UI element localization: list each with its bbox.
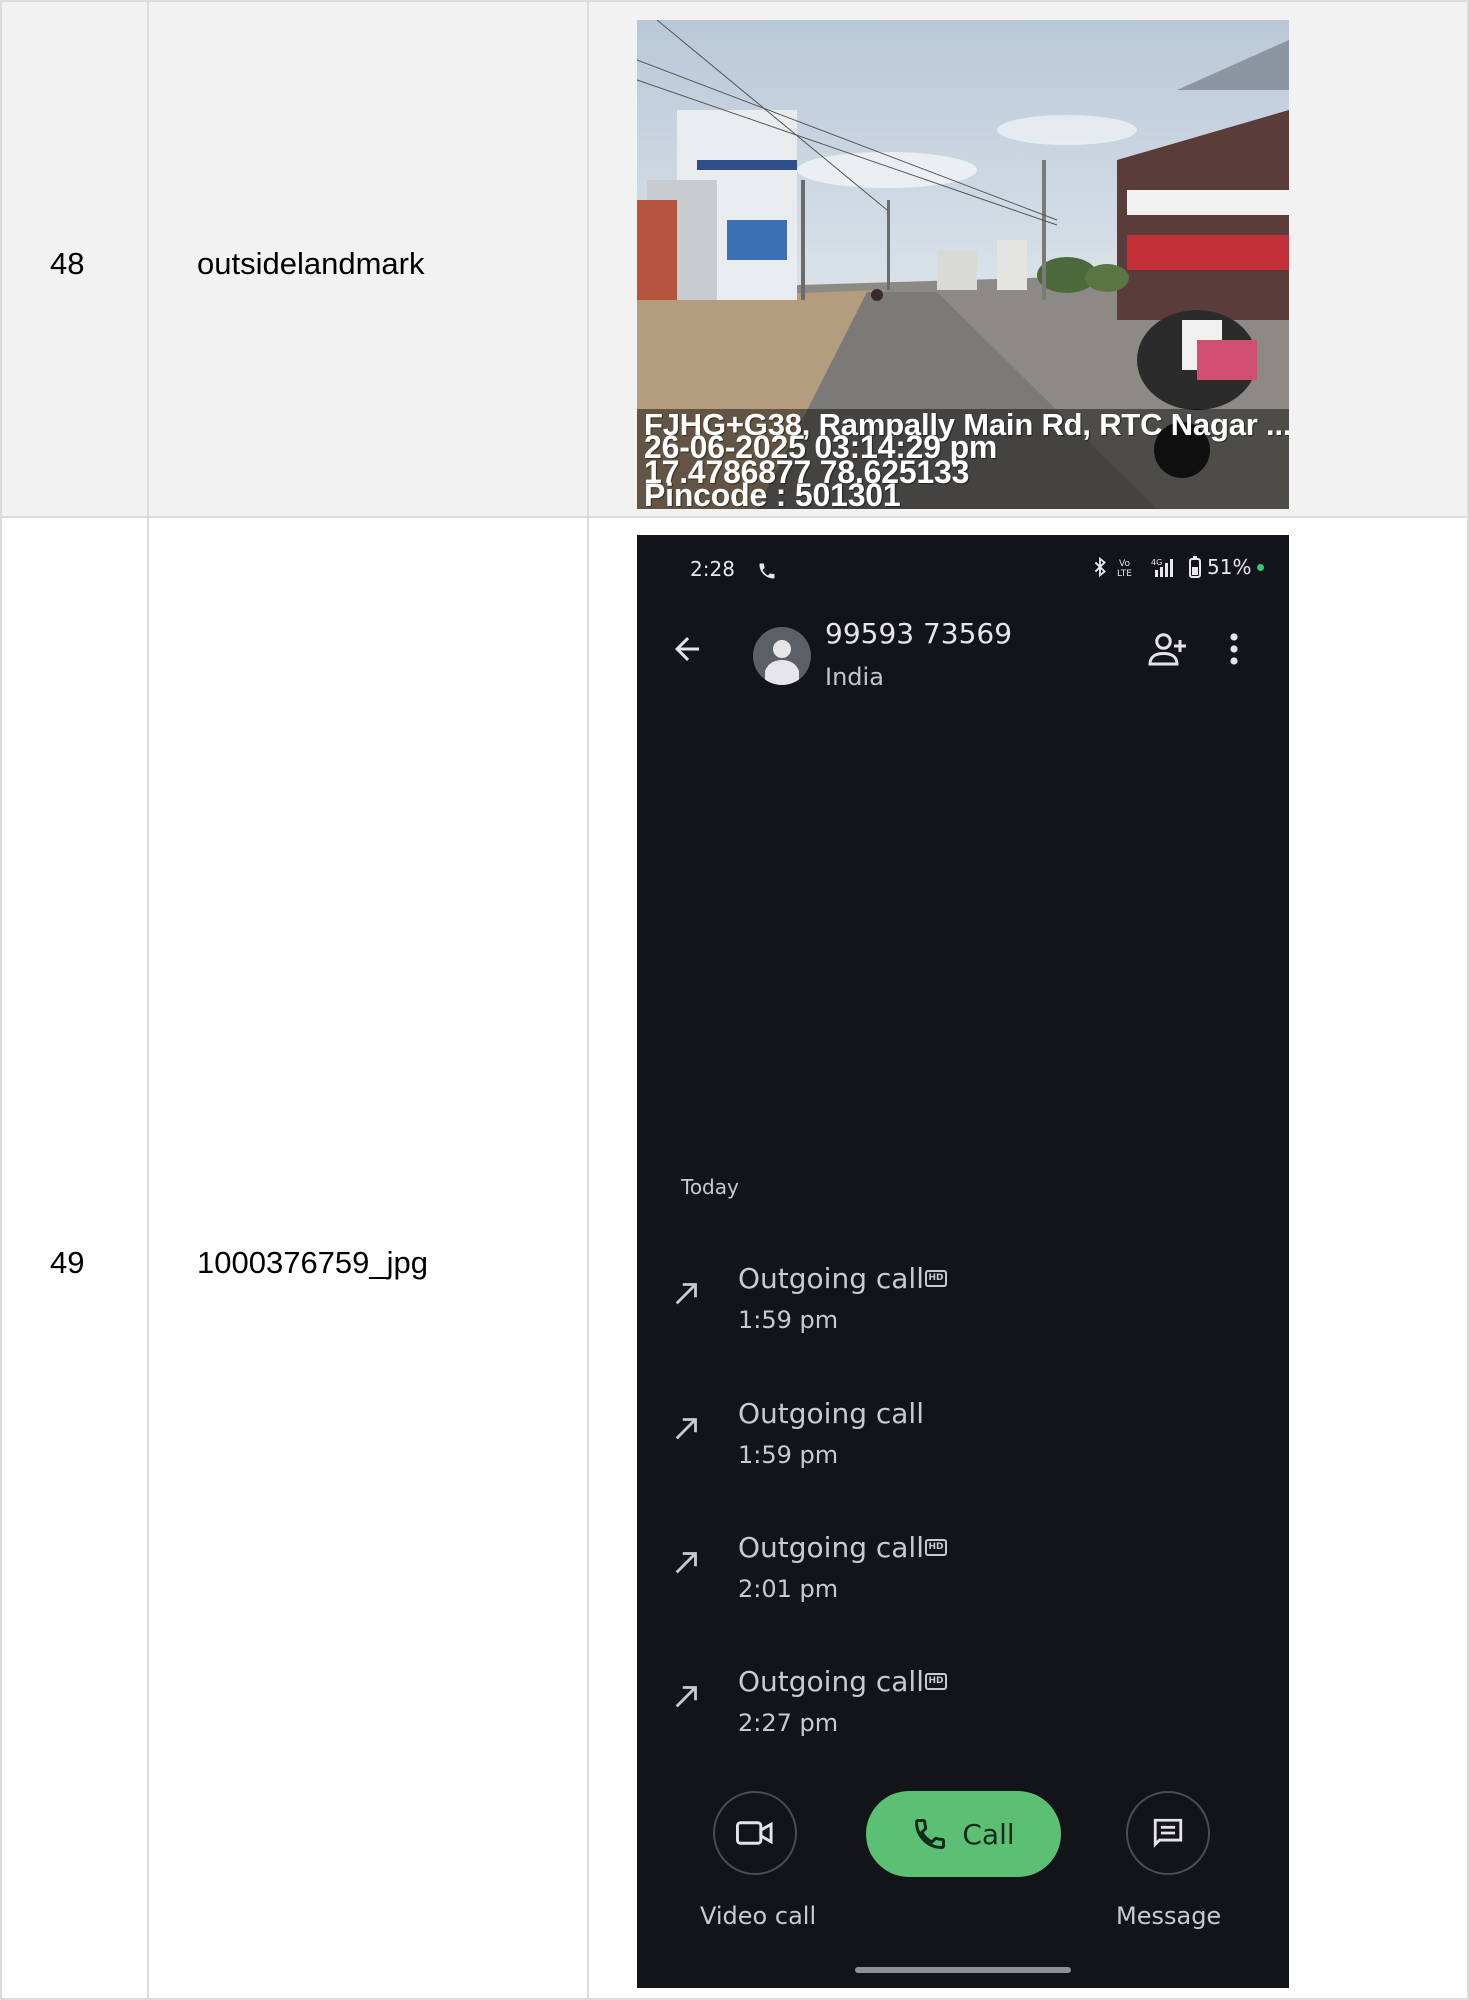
call-log-item[interactable]: Outgoing call HD 1:59 pm [637,1262,1289,1382]
date-section-label: Today [681,1175,739,1199]
geotag-pincode: Pincode : 501301 [644,477,901,509]
battery-level: 51% [1207,555,1252,579]
call-log-item[interactable]: Outgoing call 1:59 pm [637,1397,1289,1517]
row-number: 48 [50,246,85,281]
table-row: 48 outsidelandmark FJHG+G38, Rampally Ma… [0,0,1469,518]
call-made-icon [675,1283,697,1305]
battery-icon [1189,556,1201,578]
message-label: Message [1116,1902,1222,1930]
status-indicators: Vo LTE 4G 51% [1089,555,1265,579]
call-button-label: Call [962,1817,1015,1851]
message-button[interactable] [1126,1791,1210,1875]
signal-icon: 4G [1151,558,1173,577]
home-indicator[interactable] [855,1967,1071,1973]
hd-icon: HD [925,1270,947,1287]
more-vert-icon[interactable] [1227,631,1241,667]
call-type: Outgoing call [738,1262,924,1295]
call-history-screenshot: 2:28 Vo LTE 4G 51% 99593 73569 India Tod… [637,535,1289,1988]
contact-number: 99593 73569 [825,617,1013,650]
call-log-item[interactable]: Outgoing call HD 2:01 pm [637,1531,1289,1651]
column-divider [587,0,589,2000]
call-made-icon [675,1552,697,1574]
volte-icon: Vo LTE [1117,559,1132,578]
videocam-icon [736,1821,773,1845]
call-log-item[interactable]: Outgoing call HD 2:27 pm [637,1665,1289,1785]
person-icon [765,640,799,685]
phone-status-icon [759,563,775,579]
arrow-left-icon[interactable] [669,631,705,667]
landmark-photo: FJHG+G38, Rampally Main Rd, RTC Nagar ..… [637,20,1289,509]
person-add-icon[interactable] [1147,631,1189,667]
bluetooth-icon [1094,556,1106,578]
call-type: Outgoing call [738,1665,924,1698]
image-table: 48 outsidelandmark FJHG+G38, Rampally Ma… [0,0,1469,2000]
contact-country: India [825,663,884,691]
video-call-button[interactable] [713,1791,797,1875]
call-type: Outgoing call [738,1531,924,1564]
call-type: Outgoing call [738,1397,924,1430]
row-name: outsidelandmark [197,246,425,281]
status-time: 2:28 [690,557,735,581]
column-divider [147,0,149,2000]
call-time: 1:59 pm [738,1441,839,1469]
video-call-label: Video call [700,1902,817,1930]
svg-text:4G: 4G [1151,558,1162,567]
call-made-icon [675,1686,697,1708]
hd-icon: HD [925,1673,947,1690]
call-button[interactable]: Call [866,1791,1061,1877]
privacy-dot-icon [1257,563,1265,571]
row-number: 49 [50,1245,85,1280]
avatar [753,627,811,685]
message-icon [1153,1818,1183,1848]
row-name: 1000376759_jpg [197,1245,429,1280]
svg-text:LTE: LTE [1117,569,1132,578]
phone-icon [915,1819,946,1850]
call-time: 2:01 pm [738,1575,839,1603]
column-divider [0,0,2,2000]
svg-text:Vo: Vo [1119,559,1130,569]
call-time: 2:27 pm [738,1709,839,1737]
geotag-overlay: FJHG+G38, Rampally Main Rd, RTC Nagar ..… [637,407,1289,509]
call-time: 1:59 pm [738,1306,839,1334]
hd-icon: HD [925,1539,947,1556]
call-made-icon [675,1418,697,1440]
